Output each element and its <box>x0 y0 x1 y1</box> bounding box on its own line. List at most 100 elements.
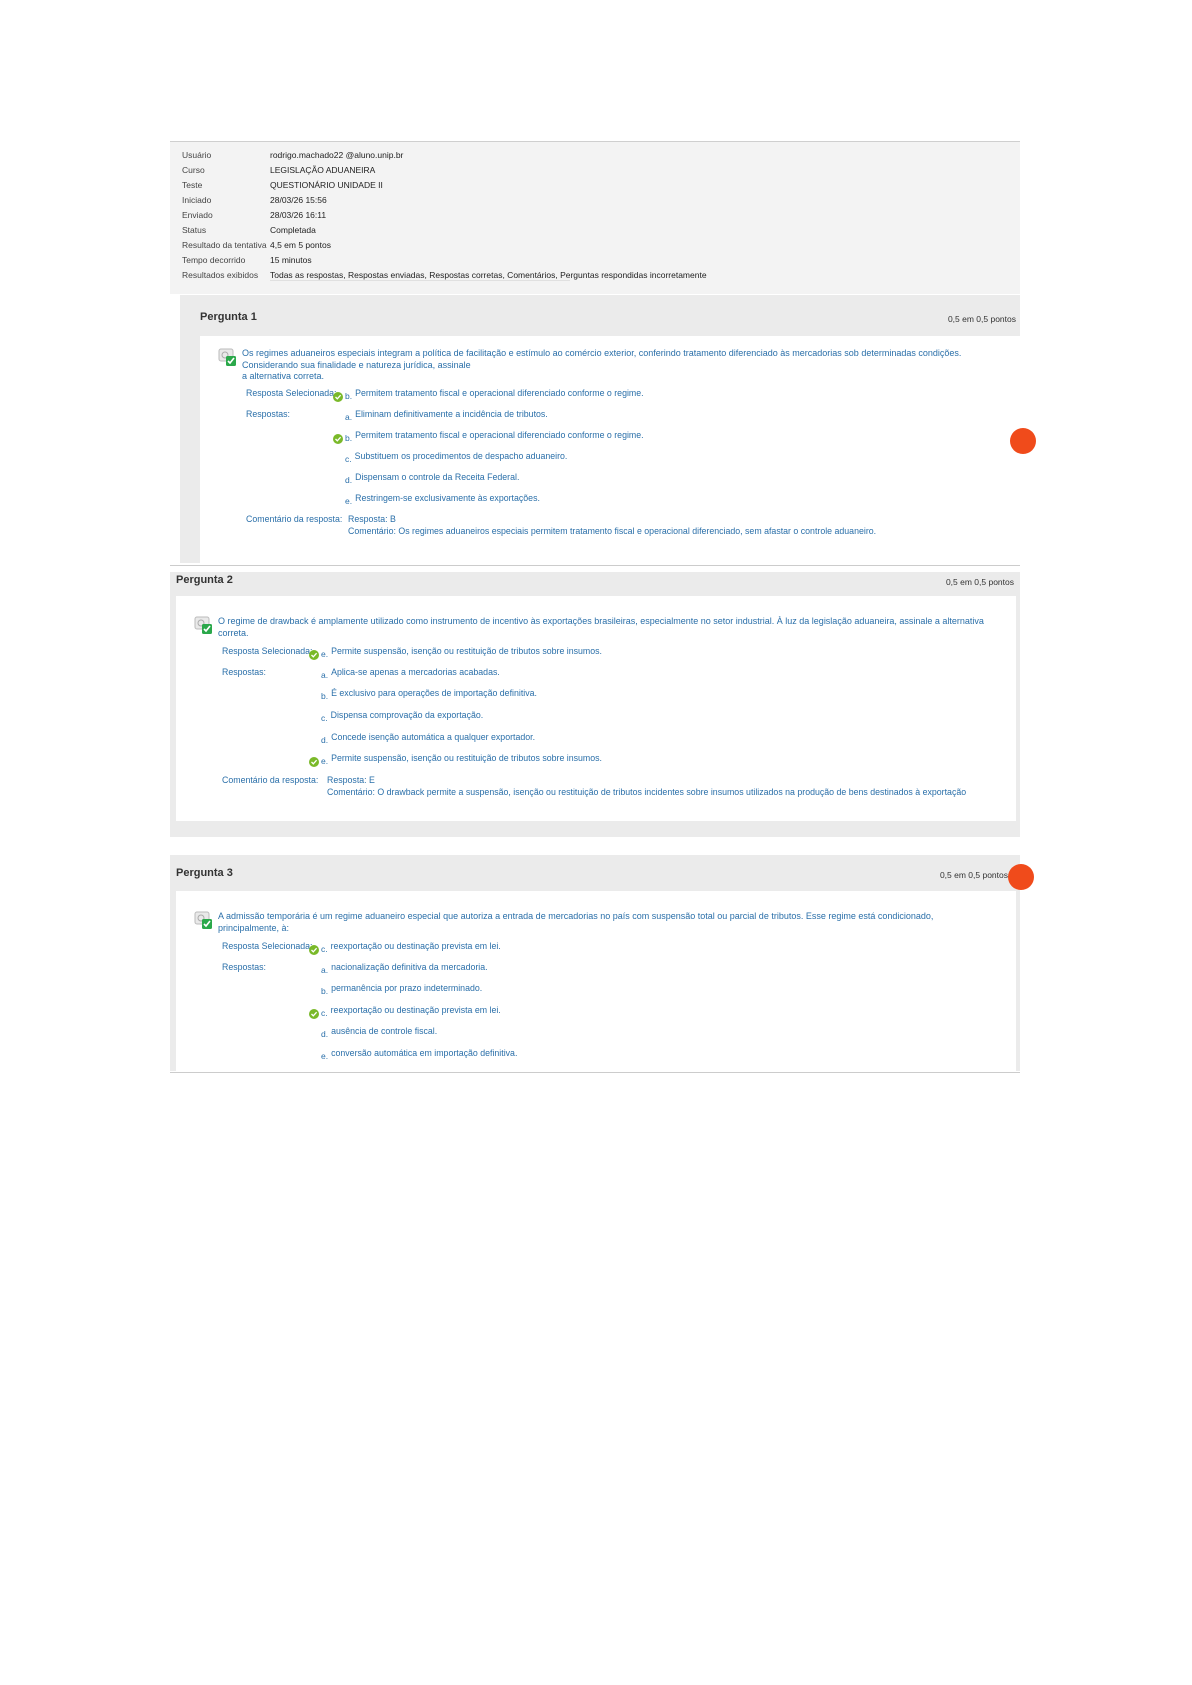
option-d: d. ausência de controle fiscal. <box>321 1026 438 1039</box>
option-d: d. Concede isenção automática a qualquer … <box>321 732 535 745</box>
option-text: reexportação ou destinação prevista em l… <box>330 1005 501 1015</box>
question-text-line: Considerando sua finalidade e natureza j… <box>242 359 471 370</box>
question-text-line: principalmente, à: <box>218 922 290 933</box>
selected-answer-label: Resposta Selecionada: <box>222 941 313 951</box>
summary-value: 28/03/26 16:11 <box>270 210 327 220</box>
question-title: Pergunta 1 <box>200 311 257 323</box>
option-text: Permite suspensão, isenção ou restituiçã… <box>331 646 602 656</box>
option-d: d. Dispensam o controle da Receita Federa… <box>345 472 520 485</box>
summary-value: QUESTIONÁRIO UNIDADE II <box>270 180 383 190</box>
summary-value: Completada <box>270 225 316 235</box>
option-letter: e. <box>321 1051 329 1061</box>
summary-value: LEGISLAÇÃO ADUANEIRA <box>270 165 376 175</box>
comment-text: Comentário: O drawback permite a suspens… <box>327 787 967 797</box>
comment-text: Comentário: Os regimes aduaneiros especi… <box>348 526 877 536</box>
question-points: 0,5 em 0,5 pontos <box>945 577 1014 587</box>
question-points: 0,5 em 0,5 pontos <box>939 870 1008 880</box>
question-panel-1: Pergunta 1 0,5 em 0,5 pontos Os regimes … <box>180 295 1036 563</box>
option-a: a. nacionalização definitiva da mercadori… <box>321 962 488 975</box>
summary-value: Todas as respostas, Respostas enviadas, … <box>270 270 707 280</box>
summary-value: 15 minutos <box>270 255 312 265</box>
selected-answer-label: Resposta Selecionada: <box>246 388 337 398</box>
question-text-line: A admissão temporária é um regime aduane… <box>218 911 934 921</box>
option-letter: c. <box>345 454 352 464</box>
summary-row-status: Status Completada <box>182 220 316 235</box>
attempt-summary: Usuário rodrigo.machado22 @aluno.unip.br … <box>170 142 1020 294</box>
summary-label: Iniciado <box>182 195 212 205</box>
option-c: c. reexportação ou destinação prevista em… <box>309 1005 501 1019</box>
comment-answer: Resposta: B <box>348 514 396 524</box>
option-letter: e. <box>321 756 329 766</box>
screenshot-frame: Usuário rodrigo.machado22 @aluno.unip.br … <box>170 141 1036 1074</box>
option-a: a. Eliminam definitivamente a incidência … <box>345 409 548 422</box>
selected-answer: e. Permite suspensão, isenção ou restitui… <box>309 646 602 660</box>
check-circle-icon <box>333 434 343 444</box>
summary-row-result: Resultado da tentativa 4,5 em 5 pontos <box>182 235 331 250</box>
option-text: Eliminam definitivamente a incidência de… <box>355 409 548 419</box>
divider <box>170 1072 1020 1073</box>
question-text: O regime de drawback é amplamente utiliz… <box>218 616 984 639</box>
question-correct-icon <box>194 911 212 929</box>
question-correct-icon <box>218 348 236 366</box>
option-letter: e. <box>345 496 353 506</box>
option-text: reexportação ou destinação prevista em l… <box>330 941 501 951</box>
check-circle-icon <box>309 1009 319 1019</box>
option-letter: b. <box>321 691 329 701</box>
question-text-line: O regime de drawback é amplamente utiliz… <box>218 616 984 626</box>
divider <box>170 565 1020 566</box>
question-card: Os regimes aduaneiros especiais integram… <box>200 336 1020 563</box>
question-panel-2: Pergunta 2 0,5 em 0,5 pontos O regime de… <box>170 572 1020 837</box>
option-text: permanência por prazo indeterminado. <box>331 983 483 993</box>
question-correct-icon <box>194 616 212 634</box>
question-text: Os regimes aduaneiros especiais integram… <box>242 348 961 383</box>
summary-label: Teste <box>182 180 203 190</box>
question-title: Pergunta 2 <box>176 574 233 586</box>
option-e: e. conversão automática em importação def… <box>321 1048 517 1061</box>
question-card: A admissão temporária é um regime aduane… <box>176 891 1016 1071</box>
summary-row-submitted: Enviado 28/03/26 16:11 <box>182 205 326 220</box>
question-text-line: a alternativa correta. <box>242 371 325 381</box>
option-text: Permitem tratamento fiscal e operacional… <box>355 430 644 440</box>
feedback-bubble-icon[interactable] <box>1010 428 1036 454</box>
option-letter: d. <box>321 1029 329 1039</box>
option-letter: b. <box>345 391 353 401</box>
check-circle-icon <box>309 945 319 955</box>
check-circle-icon <box>309 757 319 767</box>
comment-label: Comentário da resposta: <box>222 775 319 785</box>
question-title: Pergunta 3 <box>176 867 233 879</box>
summary-label: Resultado da tentativa <box>182 240 267 250</box>
question-text: A admissão temporária é um regime aduane… <box>218 911 933 934</box>
option-text: É exclusivo para operações de importação… <box>331 688 537 698</box>
option-text: Restringem-se exclusivamente às exportaç… <box>355 493 540 503</box>
option-b: b. É exclusivo para operações de importaç… <box>321 688 537 701</box>
answers-label: Respostas: <box>222 962 267 972</box>
summary-row-shown: Resultados exibidos Todas as respostas, R… <box>182 265 707 281</box>
summary-row-elapsed: Tempo decorrido 15 minutos <box>182 250 312 265</box>
comment-answer: Resposta: E <box>327 775 375 785</box>
option-letter: a. <box>345 412 353 422</box>
option-c: c. Substituem os procedimentos de despach… <box>345 451 567 464</box>
check-circle-icon <box>309 650 319 660</box>
option-text: Permitem tratamento fiscal e operacional… <box>355 388 644 398</box>
summary-row-started: Iniciado 28/03/26 15:56 <box>182 190 327 205</box>
option-b: b. permanência por prazo indeterminado. <box>321 983 483 996</box>
summary-value: 28/03/26 15:56 <box>270 195 327 205</box>
option-text: Dispensam o controle da Receita Federal. <box>355 472 520 482</box>
option-text: ausência de controle fiscal. <box>331 1026 438 1036</box>
feedback-bubble-icon[interactable] <box>1008 864 1034 890</box>
summary-value: rodrigo.machado22 @aluno.unip.br <box>270 150 404 160</box>
question-text-line: Os regimes aduaneiros especiais integram… <box>242 348 962 358</box>
question-points: 0,5 em 0,5 pontos <box>947 314 1016 324</box>
option-e: e. Permite suspensão, isenção ou restitui… <box>309 753 602 767</box>
summary-label: Status <box>182 225 207 235</box>
option-text: Dispensa comprovação da exportação. <box>330 710 484 720</box>
option-letter: c. <box>321 713 328 723</box>
question-panel-3: Pergunta 3 0,5 em 0,5 pontos A admissão … <box>170 855 1034 1071</box>
summary-row-user: Usuário rodrigo.machado22 @aluno.unip.br <box>182 145 403 160</box>
selected-answer: b. Permitem tratamento fiscal e operacion… <box>333 388 644 402</box>
option-letter: c. <box>321 1008 328 1018</box>
answers-label: Respostas: <box>246 409 291 419</box>
option-a: a. Aplica-se apenas a mercadorias acabada… <box>321 667 500 680</box>
question-text-line: correta. <box>218 627 249 638</box>
summary-label: Curso <box>182 165 205 175</box>
